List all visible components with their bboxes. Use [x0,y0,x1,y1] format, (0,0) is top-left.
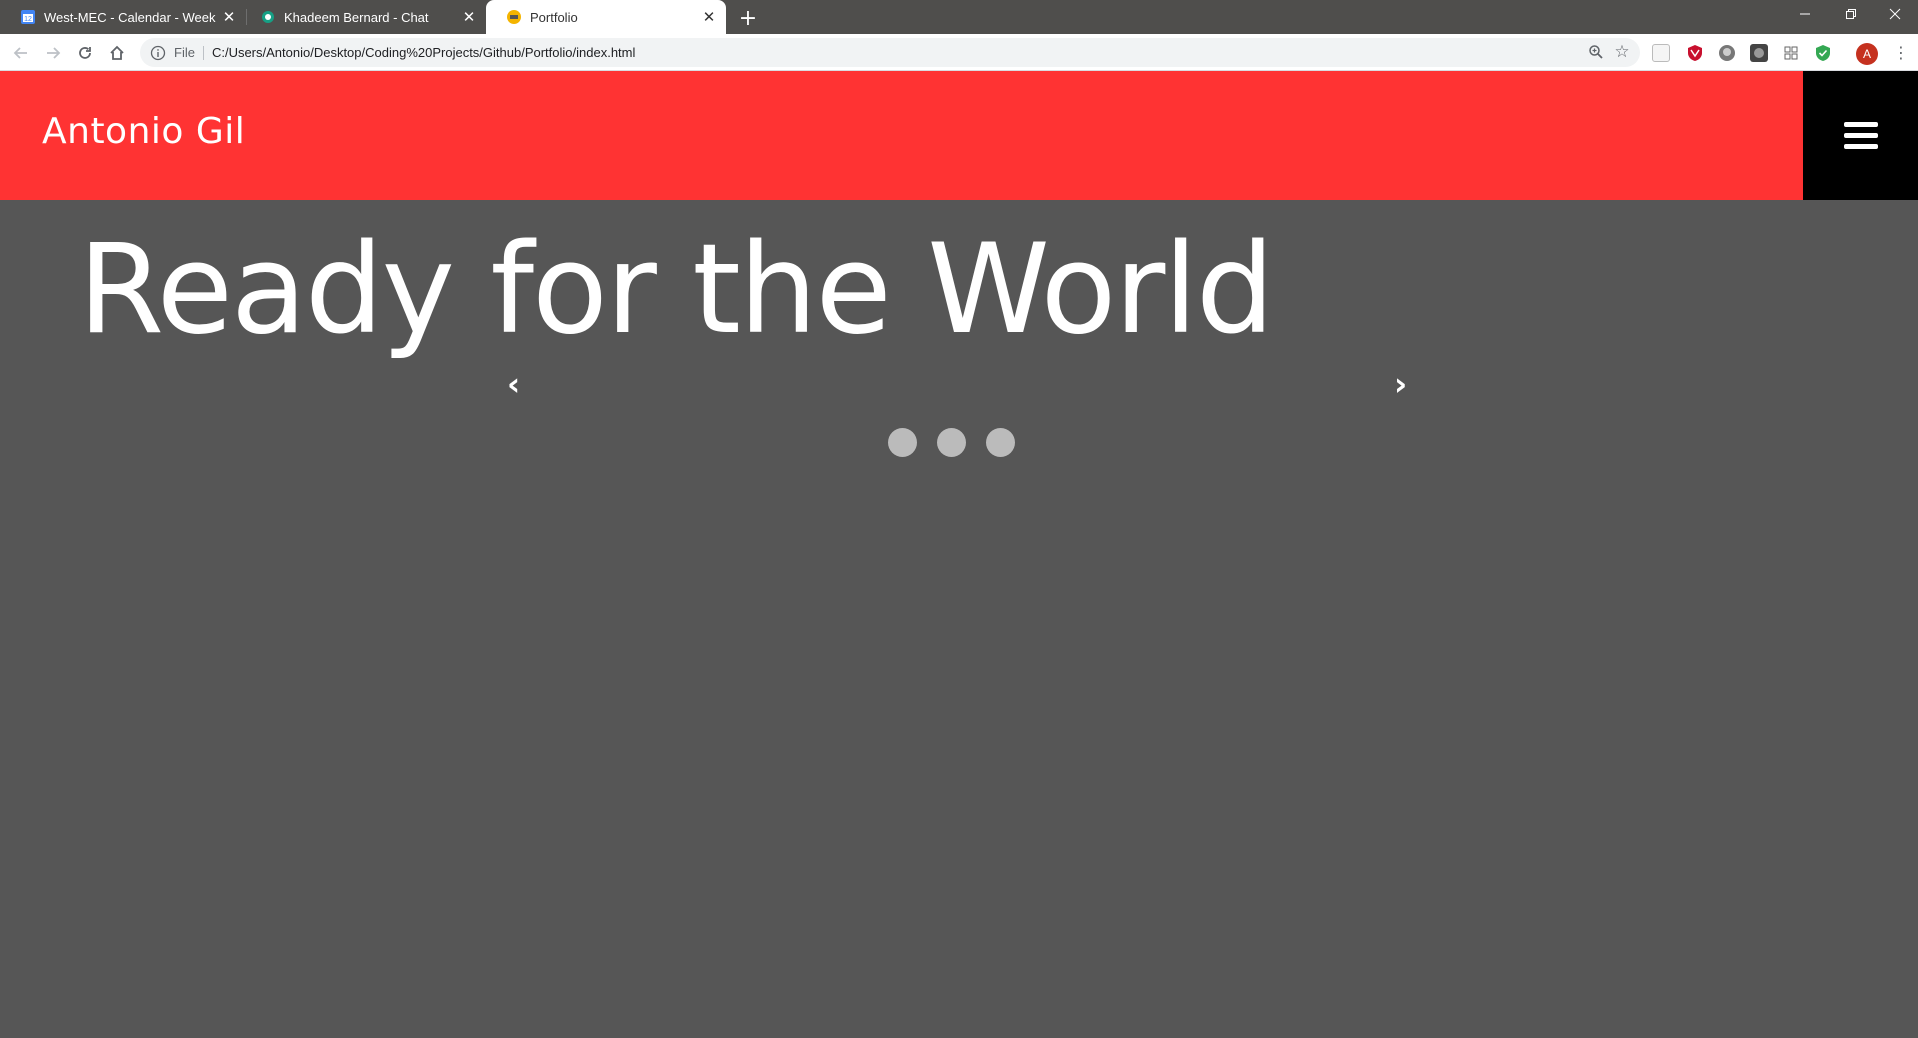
carousel-dot[interactable] [937,428,966,457]
forward-icon[interactable] [39,39,67,67]
reload-icon[interactable] [71,39,99,67]
portfolio-icon [506,9,522,25]
extension-grid-icon[interactable] [1782,44,1800,62]
back-icon[interactable] [7,39,35,67]
site-brand[interactable]: Antonio Gil [42,111,245,152]
site-navbar: Antonio Gil [0,71,1918,200]
page-viewport: Antonio Gil Ready for the World ‹ › [0,71,1918,1038]
hamburger-menu-button[interactable] [1803,71,1918,200]
window-close-icon[interactable] [1872,0,1918,28]
tab-close-icon[interactable]: ✕ [698,6,720,28]
hamburger-bar [1843,122,1878,127]
tab-title: Portfolio [530,9,578,25]
browser-tab-strip: 12 West-MEC - Calendar - Week of ✕ Khade… [0,0,1918,34]
extension-shield-check-icon[interactable] [1814,44,1832,62]
home-icon[interactable] [103,39,131,67]
profile-avatar[interactable]: A [1856,43,1878,65]
url-text[interactable]: C:/Users/Antonio/Desktop/Coding%20Projec… [212,45,635,60]
url-scheme-label: File [174,45,204,60]
extension-dark-icon[interactable] [1750,44,1768,62]
tab-chat[interactable]: Khadeem Bernard - Chat ✕ [240,0,486,34]
tab-title: West-MEC - Calendar - Week of [44,9,218,25]
tab-close-icon[interactable]: ✕ [218,6,240,28]
chat-icon [260,9,276,25]
carousel-indicators [888,428,1015,457]
minimize-icon[interactable] [1782,0,1828,28]
zoom-icon[interactable] [1588,44,1604,60]
restore-icon[interactable] [1828,0,1874,28]
info-icon[interactable] [150,45,166,61]
browser-toolbar: File C:/Users/Antonio/Desktop/Coding%20P… [0,34,1918,71]
address-bar[interactable]: File C:/Users/Antonio/Desktop/Coding%20P… [140,38,1640,67]
extension-page-icon[interactable] [1652,44,1670,62]
hero-title: Ready for the World [78,218,1275,362]
extension-circle-icon[interactable] [1718,44,1736,62]
carousel-next-button[interactable]: › [1394,368,1407,400]
carousel-prev-button[interactable]: ‹ [507,368,520,400]
hamburger-bar [1843,133,1878,138]
tab-portfolio[interactable]: Portfolio ✕ [486,0,726,34]
mcafee-shield-icon[interactable] [1686,44,1704,62]
calendar-icon: 12 [20,9,36,25]
new-tab-button[interactable]: + [734,4,762,32]
tab-close-icon[interactable]: ✕ [458,6,480,28]
bookmark-star-icon[interactable]: ☆ [1612,42,1632,62]
tab-title: Khadeem Bernard - Chat [284,9,429,25]
tab-calendar[interactable]: 12 West-MEC - Calendar - Week of ✕ [0,0,246,34]
carousel-dot[interactable] [986,428,1015,457]
calendar-icon-date: 12 [24,16,32,23]
menu-kebab-icon[interactable]: ⋮ [1893,41,1909,65]
carousel-dot[interactable] [888,428,917,457]
hamburger-bar [1843,144,1878,149]
